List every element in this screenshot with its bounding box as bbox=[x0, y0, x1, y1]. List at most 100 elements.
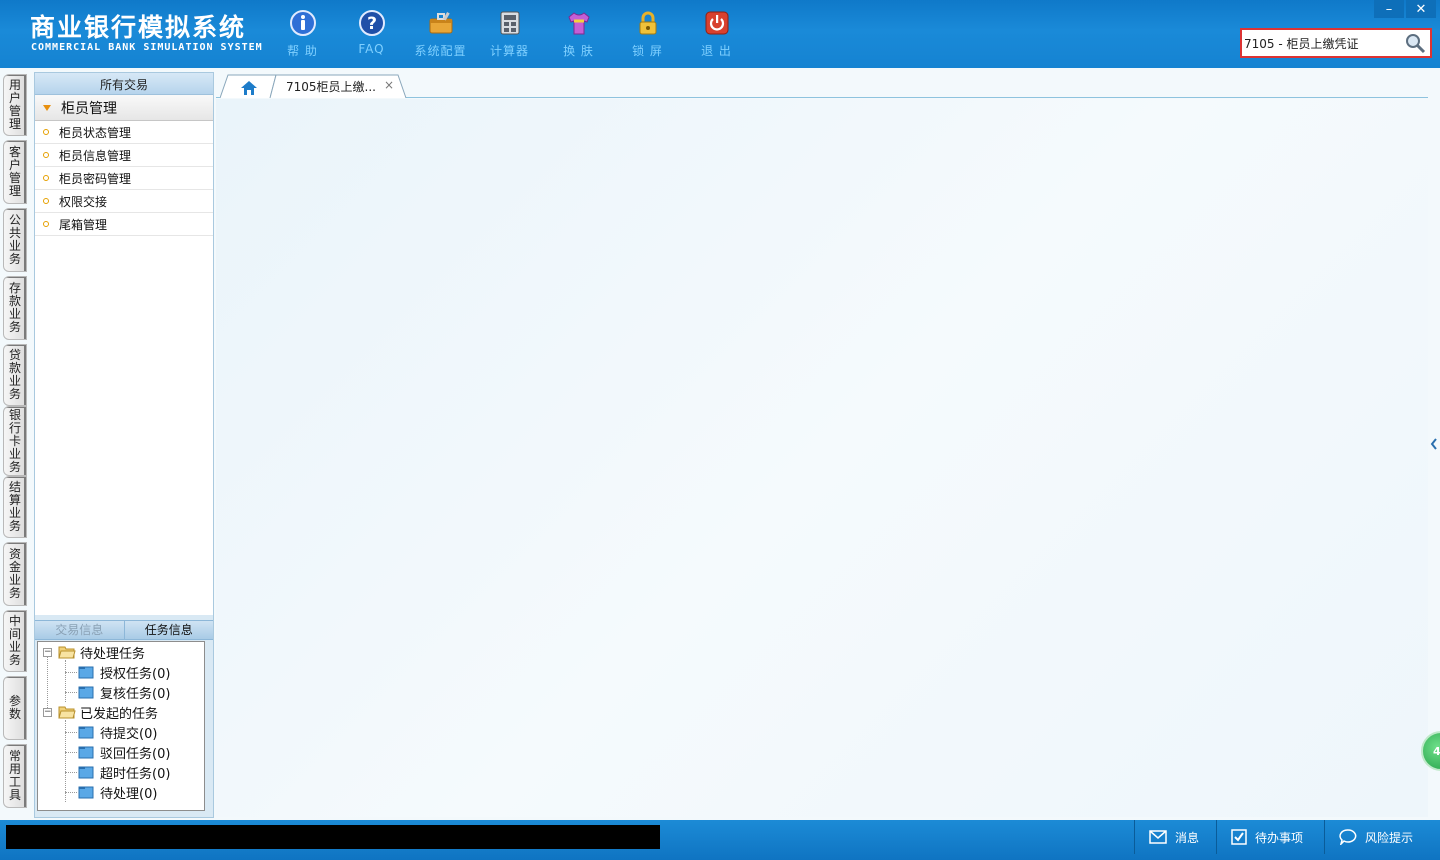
vtab-label: 银行卡业务 bbox=[8, 407, 21, 474]
system-config-label: 系统配置 bbox=[414, 44, 467, 58]
faq-button[interactable]: ? FAQ bbox=[337, 8, 406, 60]
tree-node-initiated-tasks[interactable]: 已发起的任务 bbox=[58, 702, 158, 722]
tree-node-to-submit[interactable]: 待提交(0) bbox=[78, 722, 157, 742]
messages-button[interactable]: 消息 bbox=[1134, 820, 1216, 854]
vtab-user-management[interactable]: 用户管理 bbox=[3, 74, 27, 136]
vtab-label: 存款业务 bbox=[8, 281, 21, 334]
tree-node-to-process[interactable]: 待处理(0) bbox=[78, 782, 157, 802]
lock-screen-button[interactable]: 锁 屏 bbox=[613, 8, 682, 60]
tree-node-pending-tasks[interactable]: 待处理任务 bbox=[58, 642, 145, 662]
tab-7105[interactable]: 7105柜员上缴... × bbox=[270, 74, 410, 98]
caret-down-icon bbox=[43, 104, 51, 111]
bullet-icon bbox=[43, 152, 49, 158]
search-input[interactable] bbox=[1242, 31, 1402, 55]
mail-icon bbox=[1149, 830, 1167, 844]
minimize-button[interactable]: – bbox=[1374, 0, 1404, 18]
todo-label: 待办事项 bbox=[1255, 830, 1304, 845]
node-label: 复核任务(0) bbox=[100, 686, 171, 702]
task-tree: − 待处理任务 授权任务(0) 复核任务(0) − 已发起的任务 待提交(0) … bbox=[37, 641, 205, 811]
system-config-button[interactable]: 系统配置 bbox=[406, 8, 475, 60]
vtab-deposit-business[interactable]: 存款业务 bbox=[3, 276, 27, 340]
item-label: 权限交接 bbox=[59, 194, 108, 209]
collapse-toggle[interactable]: − bbox=[43, 648, 52, 657]
vtab-label: 资金业务 bbox=[8, 547, 21, 600]
tree-connector bbox=[65, 792, 77, 793]
tree-node-timeout-tasks[interactable]: 超时任务(0) bbox=[78, 762, 170, 782]
vtab-fund-business[interactable]: 资金业务 bbox=[3, 542, 27, 606]
close-button[interactable]: ✕ bbox=[1406, 0, 1436, 18]
search-icon[interactable] bbox=[1402, 30, 1428, 56]
folder-icon bbox=[78, 766, 94, 779]
list-item[interactable]: 权限交接 bbox=[35, 190, 213, 213]
calculator-button[interactable]: 计算器 bbox=[475, 8, 544, 60]
vtab-public-business[interactable]: 公共业务 bbox=[3, 208, 27, 272]
home-icon bbox=[241, 81, 257, 95]
item-label: 柜员信息管理 bbox=[59, 148, 132, 163]
collapse-handle[interactable] bbox=[1428, 424, 1440, 464]
folder-icon bbox=[78, 666, 94, 679]
bullet-icon bbox=[43, 221, 49, 227]
folder-icon bbox=[78, 726, 94, 739]
calculator-icon bbox=[495, 8, 525, 38]
transaction-list: 柜员状态管理 柜员信息管理 柜员密码管理 权限交接 尾箱管理 bbox=[35, 121, 213, 615]
vtab-intermediate-business[interactable]: 中间业务 bbox=[3, 610, 27, 672]
tree-connector bbox=[65, 692, 77, 693]
risk-alert-button[interactable]: 风险提示 bbox=[1324, 820, 1440, 854]
app-title: 商业银行模拟系统 bbox=[30, 13, 247, 42]
app-subtitle: COMMERCIAL BANK SIMULATION SYSTEM bbox=[31, 42, 263, 53]
help-button[interactable]: 帮 助 bbox=[268, 8, 337, 60]
folder-open-icon bbox=[58, 706, 76, 719]
tree-connector bbox=[65, 660, 66, 702]
vtab-settlement-business[interactable]: 结算业务 bbox=[3, 476, 27, 538]
lock-screen-label: 锁 屏 bbox=[632, 44, 663, 58]
vtab-bank-card-business[interactable]: 银行卡业务 bbox=[3, 406, 27, 476]
exit-button[interactable]: 退 出 bbox=[682, 8, 751, 60]
vtab-customer-management[interactable]: 客户管理 bbox=[3, 140, 27, 204]
tree-node-authorization-tasks[interactable]: 授权任务(0) bbox=[78, 662, 170, 682]
tab-home[interactable] bbox=[220, 74, 277, 98]
status-message-area bbox=[6, 825, 660, 849]
folder-icon bbox=[78, 786, 94, 799]
vtab-label: 中间业务 bbox=[8, 614, 21, 667]
transaction-panel: 所有交易 柜员管理 柜员状态管理 柜员信息管理 柜员密码管理 权限交接 尾箱管理… bbox=[34, 72, 214, 818]
panel-header: 所有交易 bbox=[35, 73, 213, 95]
tree-node-review-tasks[interactable]: 复核任务(0) bbox=[78, 682, 170, 702]
bullet-icon bbox=[43, 198, 49, 204]
content-area bbox=[216, 99, 1428, 817]
chevron-left-icon bbox=[1430, 438, 1437, 450]
list-item[interactable]: 尾箱管理 bbox=[35, 213, 213, 236]
node-label: 超时任务(0) bbox=[100, 766, 171, 782]
vtab-loan-business[interactable]: 贷款业务 bbox=[3, 344, 27, 406]
faq-label: FAQ bbox=[358, 42, 385, 56]
vtab-label: 结算业务 bbox=[8, 480, 21, 533]
tree-node-rejected-tasks[interactable]: 驳回任务(0) bbox=[78, 742, 170, 762]
list-item[interactable]: 柜员状态管理 bbox=[35, 121, 213, 144]
collapse-toggle[interactable]: − bbox=[43, 708, 52, 717]
tab-title: 7105柜员上缴... bbox=[286, 80, 376, 94]
vtab-label: 常用工具 bbox=[8, 749, 21, 802]
power-icon bbox=[702, 8, 732, 38]
shirt-icon bbox=[564, 8, 594, 38]
tab-transaction-info[interactable]: 交易信息 bbox=[35, 621, 125, 639]
node-label: 已发起的任务 bbox=[80, 706, 159, 722]
todo-button[interactable]: 待办事项 bbox=[1216, 820, 1324, 854]
node-label: 待处理(0) bbox=[100, 786, 158, 802]
list-item[interactable]: 柜员信息管理 bbox=[35, 144, 213, 167]
group-teller-management[interactable]: 柜员管理 bbox=[35, 95, 213, 121]
item-label: 尾箱管理 bbox=[59, 217, 108, 232]
vtab-common-tools[interactable]: 常用工具 bbox=[3, 744, 27, 808]
close-tab-icon[interactable]: × bbox=[384, 78, 394, 92]
bullet-icon bbox=[43, 175, 49, 181]
change-skin-label: 换 肤 bbox=[563, 44, 594, 58]
question-icon: ? bbox=[357, 8, 387, 38]
tab-task-info[interactable]: 任务信息 bbox=[125, 621, 214, 639]
help-label: 帮 助 bbox=[287, 44, 318, 58]
list-item[interactable]: 柜员密码管理 bbox=[35, 167, 213, 190]
node-label: 待提交(0) bbox=[100, 726, 158, 742]
change-skin-button[interactable]: 换 肤 bbox=[544, 8, 613, 60]
info-icon bbox=[288, 8, 318, 38]
tree-connector bbox=[65, 772, 77, 773]
tree-connector bbox=[65, 752, 77, 753]
vtab-parameters[interactable]: 参数 bbox=[3, 676, 27, 740]
transaction-search bbox=[1240, 28, 1432, 58]
